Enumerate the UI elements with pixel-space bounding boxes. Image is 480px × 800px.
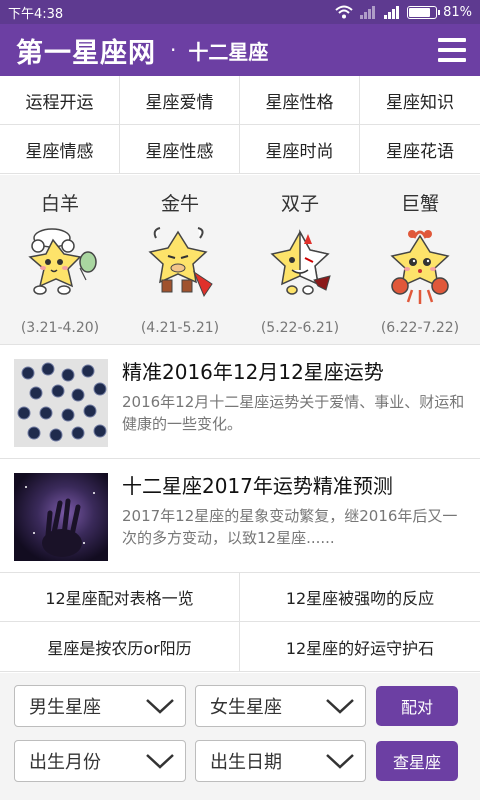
article-desc: 2016年12月十二星座运势关于爱情、事业、财运和健康的一些变化。 (122, 393, 465, 433)
battery-icon (407, 5, 441, 19)
link-kiss-reaction[interactable]: 12星座被强吻的反应 (240, 572, 480, 622)
birth-month-select[interactable]: 出生月份 (14, 740, 186, 782)
select-value: 女生星座 (210, 697, 282, 718)
article-item[interactable]: 十二星座2017年运势精准预测 2017年12星座的星象变动繁复，继2016年后… (0, 459, 480, 573)
match-button[interactable]: 配对 (376, 686, 458, 726)
category-fashion[interactable]: 星座时尚 (240, 125, 360, 174)
lookup-sign-button[interactable]: 查星座 (376, 741, 458, 781)
category-emotion[interactable]: 星座情感 (0, 125, 120, 174)
chevron-down-icon (146, 754, 174, 769)
topic-links: 12星座配对表格一览 12星座被强吻的反应 星座是按农历or阳历 12星座的好运… (0, 572, 480, 672)
gemini-mascot-icon (270, 229, 331, 295)
article-item[interactable]: 精准2016年12月12星座运势 2016年12月十二星座运势关于爱情、事业、财… (0, 345, 480, 459)
app-header: 第一星座网 · 十二星座 (0, 24, 480, 76)
category-sexy[interactable]: 星座性感 (120, 125, 240, 174)
zodiac-name: 金牛 (160, 193, 199, 215)
site-logo[interactable]: 第一星座网 (16, 31, 156, 70)
zodiac-list: 白羊 (3.21-4.20) 金牛 (4.21-5.21) 双子 (5.22-6… (0, 175, 480, 345)
article-text: 十二星座2017年运势精准预测 2017年12星座的星象变动繁复，继2016年后… (122, 473, 466, 572)
link-pairing-table[interactable]: 12星座配对表格一览 (0, 572, 240, 622)
zodiac-name: 巨蟹 (400, 193, 439, 215)
taurus-mascot-icon (148, 227, 213, 298)
birth-day-select[interactable]: 出生日期 (195, 740, 366, 782)
category-nav: 运程开运 星座爱情 星座性格 星座知识 星座情感 星座性感 星座时尚 星座花语 (0, 76, 480, 174)
category-love[interactable]: 星座爱情 (120, 76, 240, 125)
category-yuncheng[interactable]: 运程开运 (0, 76, 120, 125)
select-value: 出生日期 (210, 752, 282, 773)
wifi-icon (335, 5, 353, 19)
page-title: 十二星座 (188, 39, 269, 64)
zodiac-date: (3.21-4.20) (20, 320, 100, 336)
article-thumbnail (14, 473, 108, 561)
signal-icon-1 (360, 6, 376, 19)
title-separator: · (170, 38, 177, 62)
zodiac-date: (5.22-6.21) (260, 320, 340, 336)
category-flower[interactable]: 星座花语 (360, 125, 480, 174)
zodiac-gemini[interactable]: 双子 (5.22-6.21) (240, 175, 360, 344)
chevron-down-icon (326, 754, 354, 769)
chevron-down-icon (326, 699, 354, 714)
female-sign-select[interactable]: 女生星座 (195, 685, 366, 727)
chevron-down-icon (146, 699, 174, 714)
article-thumbnail (14, 359, 108, 447)
article-text: 精准2016年12月12星座运势 2016年12月十二星座运势关于爱情、事业、财… (122, 359, 466, 458)
status-bar: 下午4:38 81% (0, 0, 480, 24)
match-form: 男生星座 女生星座 配对 出生月份 出生日期 查星座 (0, 673, 480, 800)
category-personality[interactable]: 星座性格 (240, 76, 360, 125)
select-value: 出生月份 (29, 752, 101, 773)
zodiac-name: 白羊 (40, 193, 79, 215)
signal-icon-2 (384, 6, 400, 19)
article-desc: 2017年12星座的星象变动繁复，继2016年后又一次的多方变动，以致12星座.… (122, 507, 458, 547)
link-lunar-solar[interactable]: 星座是按农历or阳历 (0, 622, 240, 672)
cancer-mascot-icon (390, 230, 450, 304)
status-time: 下午4:38 (8, 6, 64, 22)
menu-icon[interactable] (438, 38, 466, 62)
article-title: 精准2016年12月12星座运势 (122, 360, 384, 384)
zodiac-date: (6.22-7.22) (380, 320, 460, 336)
aries-mascot-icon (28, 228, 97, 295)
article-title: 十二星座2017年运势精准预测 (122, 474, 393, 498)
zodiac-cancer[interactable]: 巨蟹 (6.22-7.22) (360, 175, 480, 344)
select-value: 男生星座 (29, 697, 101, 718)
status-icons: 81% (335, 5, 472, 20)
battery-percent: 81% (443, 4, 472, 20)
male-sign-select[interactable]: 男生星座 (14, 685, 186, 727)
link-lucky-stone[interactable]: 12星座的好运守护石 (240, 622, 480, 672)
zodiac-aries[interactable]: 白羊 (3.21-4.20) (0, 175, 120, 344)
zodiac-taurus[interactable]: 金牛 (4.21-5.21) (120, 175, 240, 344)
zodiac-name: 双子 (280, 193, 319, 215)
category-knowledge[interactable]: 星座知识 (360, 76, 480, 125)
zodiac-date: (4.21-5.21) (140, 320, 220, 336)
